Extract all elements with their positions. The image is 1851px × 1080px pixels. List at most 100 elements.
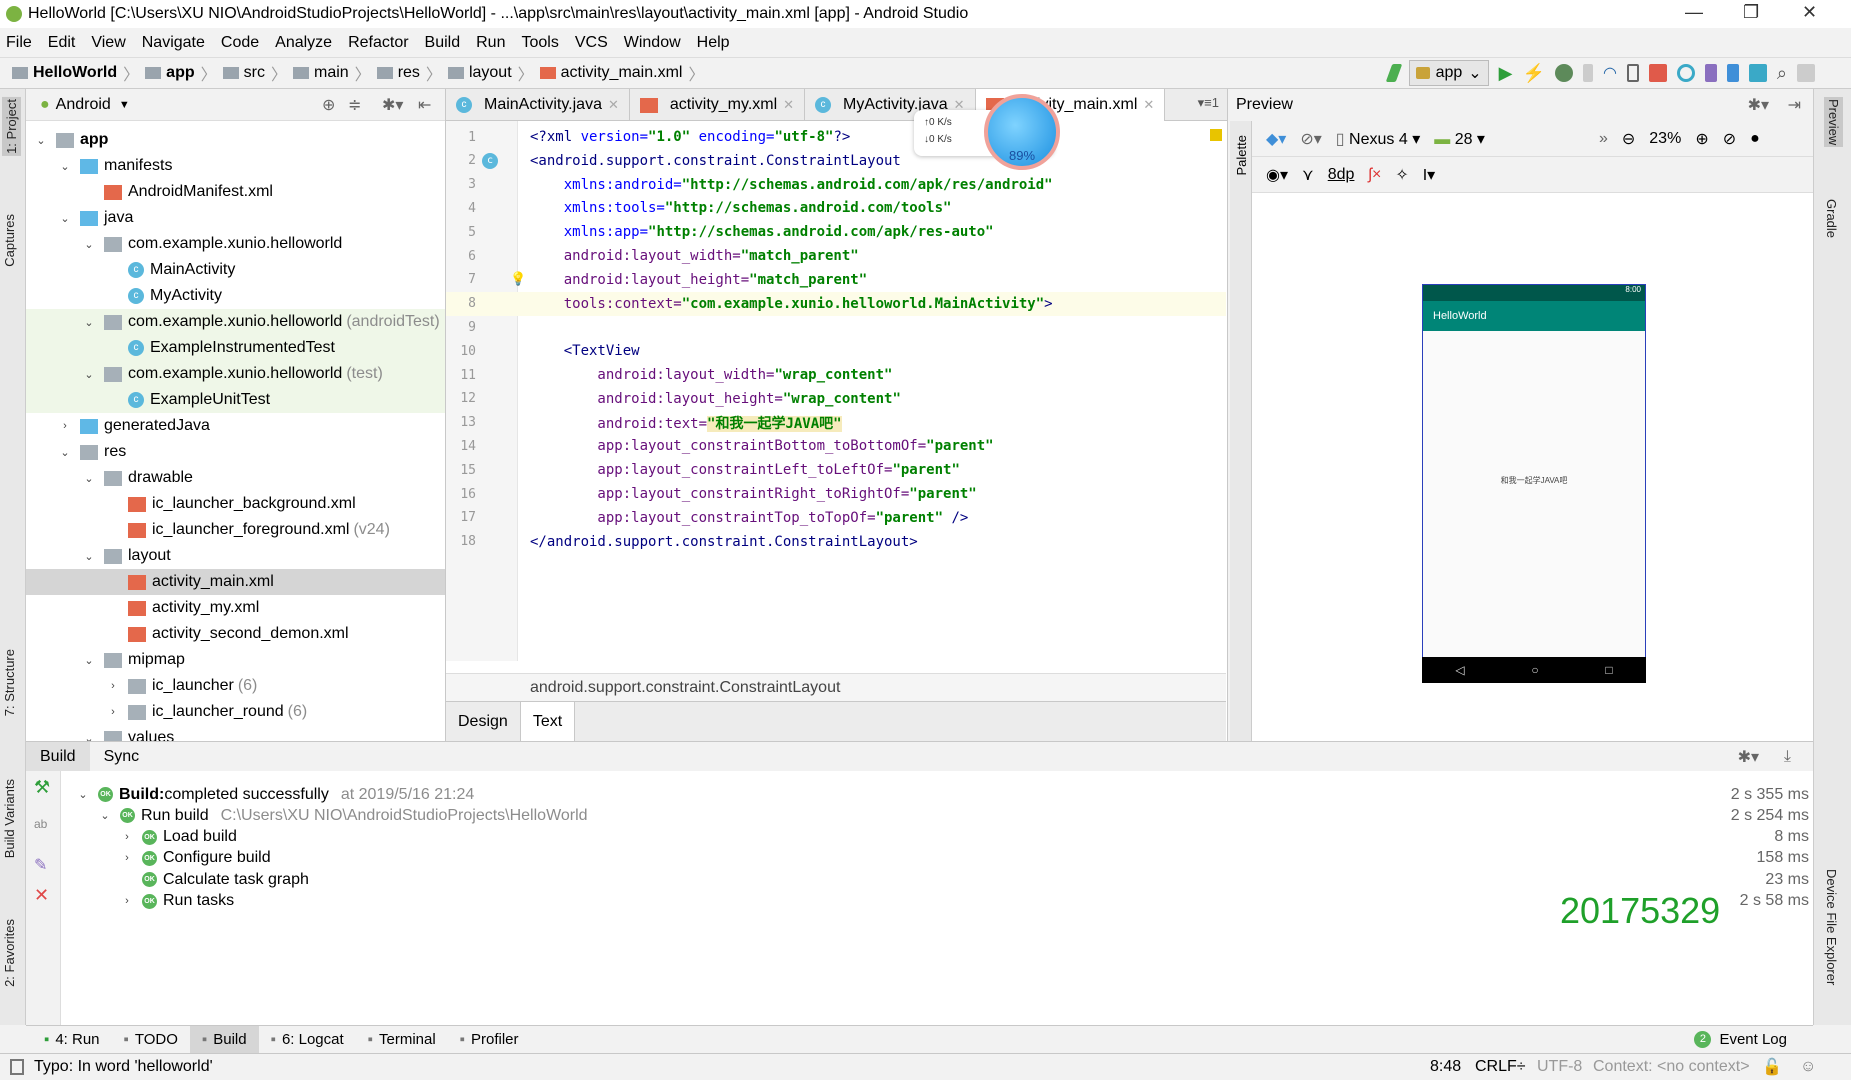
caret-position[interactable]: 8:48 — [1430, 1058, 1461, 1076]
code-line[interactable]: 15 app:layout_constraintLeft_toLeftOf="p… — [446, 458, 1226, 482]
build-tree-item[interactable]: OK Calculate task graph — [120, 869, 309, 890]
gear-icon[interactable]: ✱▾ — [1724, 742, 1773, 771]
search-icon[interactable]: ⌕ — [1777, 63, 1787, 84]
breadcrumb-item[interactable]: activity_main.xml 〉 — [539, 61, 704, 85]
breadcrumb-item[interactable]: layout 〉 — [447, 61, 534, 85]
tree-item[interactable]: activity_my.xml — [26, 595, 445, 621]
gear-icon[interactable]: ✱▾ — [382, 95, 403, 115]
code-line[interactable]: 18 </android.support.constraint.Constrain… — [446, 530, 1226, 554]
chevron-down-icon[interactable]: ⌄ — [98, 809, 112, 822]
chevron-down-icon[interactable]: ⌄ — [82, 732, 96, 742]
lock-icon[interactable]: 🔓 — [1762, 1057, 1782, 1077]
menu-analyze[interactable]: Analyze — [275, 34, 332, 52]
code-line[interactable]: 13 android:text="和我一起学JAVA吧" — [446, 411, 1226, 435]
chevron-down-icon[interactable]: ⌄ — [76, 788, 90, 801]
menu-refactor[interactable]: Refactor — [348, 34, 408, 52]
tab-text[interactable]: Text — [520, 702, 576, 741]
project-structure-icon[interactable] — [1748, 64, 1767, 82]
tab-mainactivity-java[interactable]: c MainActivity.java ✕ — [446, 89, 630, 121]
menu-vcs[interactable]: VCS — [575, 34, 608, 52]
tree-item[interactable]: AndroidManifest.xml — [26, 179, 445, 205]
menu-edit[interactable]: Edit — [48, 34, 76, 52]
menu-view[interactable]: View — [91, 34, 125, 52]
tree-item[interactable]: ⌄ app — [26, 127, 445, 153]
tab-captures[interactable]: Captures — [2, 214, 17, 267]
code-line[interactable]: 14 app:layout_constraintBottom_toBottomO… — [446, 434, 1226, 458]
menu-code[interactable]: Code — [221, 34, 259, 52]
chevron-right-icon[interactable]: › — [120, 852, 134, 864]
device-icon[interactable] — [1626, 64, 1639, 82]
tree-item[interactable]: › ic_launcher_round (6) — [26, 699, 445, 725]
tree-item[interactable]: c ExampleInstrumentedTest — [26, 335, 445, 361]
chevron-down-icon[interactable]: ▼ — [119, 99, 130, 111]
tool-tab-todo[interactable]: ▪ TODO — [112, 1026, 190, 1054]
chevron-down-icon[interactable]: ⌄ — [82, 654, 96, 667]
menu-build[interactable]: Build — [425, 34, 461, 52]
zoom-out-icon[interactable]: ⊖ — [1622, 129, 1635, 149]
tool-tab-build[interactable]: ▪ Build — [189, 1025, 259, 1054]
build-tree-item[interactable]: ⌄ OK Build: completed successfully at 2019/… — [76, 784, 474, 805]
infer-constraints-icon[interactable]: ✧ — [1395, 165, 1408, 185]
tool-window-toggle-icon[interactable] — [10, 1059, 24, 1075]
tab-device-file-explorer[interactable]: Device File Explorer — [1824, 869, 1839, 985]
profile-icon[interactable] — [1582, 64, 1593, 82]
chevron-right-icon[interactable]: › — [120, 831, 134, 843]
run-icon[interactable]: ▶ — [1499, 63, 1513, 84]
tree-item[interactable]: › generatedJava — [26, 413, 445, 439]
phone-textview[interactable]: 和我一起学JAVA吧 — [1423, 475, 1645, 486]
hammer-icon[interactable]: ⚒ — [34, 777, 50, 798]
chevron-right-icon[interactable]: › — [106, 706, 120, 718]
chevron-down-icon[interactable]: ⌄ — [82, 238, 96, 251]
phone-preview[interactable]: 8:00 HelloWorld 和我一起学JAVA吧 ◁ ○ □ — [1422, 284, 1646, 683]
menu-file[interactable]: File — [6, 34, 32, 52]
tab-project[interactable]: 1: Project — [2, 97, 21, 156]
build-tree-item[interactable]: › OK Configure build — [120, 848, 270, 869]
chevron-right-icon[interactable]: › — [58, 420, 72, 432]
default-margin[interactable]: 8dp — [1328, 166, 1355, 184]
sync-icon[interactable] — [1676, 64, 1695, 82]
tree-item[interactable]: c MainActivity — [26, 257, 445, 283]
tree-item[interactable]: activity_main.xml — [26, 569, 445, 595]
breadcrumb-item[interactable]: main 〉 — [292, 61, 371, 85]
menu-run[interactable]: Run — [476, 34, 505, 52]
tree-item[interactable]: c MyActivity — [26, 283, 445, 309]
code-line[interactable]: 5 xmlns:app="http://schemas.android.com/… — [446, 220, 1226, 244]
close-icon[interactable]: ✕ — [34, 885, 49, 906]
tree-item[interactable]: ⌄ manifests — [26, 153, 445, 179]
tab-structure[interactable]: 7: Structure — [2, 649, 17, 716]
code-line[interactable]: 12 android:layout_height="wrap_content" — [446, 387, 1226, 411]
tree-item[interactable]: ic_launcher_foreground.xml (v24) — [26, 517, 445, 543]
tab-sync[interactable]: Sync — [90, 742, 154, 771]
tree-item[interactable]: ⌄ layout — [26, 543, 445, 569]
stop-icon[interactable] — [1648, 64, 1667, 82]
avd-manager-icon[interactable] — [1704, 64, 1717, 82]
close-tab-icon[interactable]: ✕ — [608, 97, 619, 113]
chevron-down-icon[interactable]: ⌄ — [58, 446, 72, 459]
tool-tab-logcat[interactable]: ▪ 6: Logcat — [259, 1026, 356, 1054]
hide-panel-icon[interactable]: ⇥ — [1788, 95, 1801, 115]
tree-item[interactable]: › ic_launcher (6) — [26, 673, 445, 699]
tool-tab-terminal[interactable]: ▪ Terminal — [356, 1026, 448, 1054]
chevron-down-icon[interactable]: ⌄ — [58, 212, 72, 225]
user-icon[interactable] — [1797, 64, 1815, 82]
design-surface-icon[interactable]: ◆▾ — [1266, 129, 1286, 149]
zoom-in-icon[interactable]: ⊕ — [1695, 129, 1708, 149]
guidelines-icon[interactable]: I▾ — [1423, 165, 1435, 185]
lightbulb-icon[interactable]: 💡 — [510, 272, 526, 287]
tab-build-variants[interactable]: Build Variants — [2, 779, 17, 858]
tree-item[interactable]: ⌄ java — [26, 205, 445, 231]
apply-changes-icon[interactable]: ⚡ — [1523, 63, 1545, 84]
attach-debugger-icon[interactable]: ◠ — [1603, 63, 1617, 83]
code-line[interactable]: 3 xmlns:android="http://schemas.android.… — [446, 173, 1226, 197]
code-line[interactable]: 9 — [446, 315, 1226, 339]
code-line[interactable]: 17 app:layout_constraintTop_toTopOf="par… — [446, 506, 1226, 530]
hide-panel-icon[interactable]: ⇤ — [418, 95, 431, 115]
tree-item[interactable]: ⌄ res — [26, 439, 445, 465]
chevron-down-icon[interactable]: ⌄ — [58, 160, 72, 173]
tab-overflow-button[interactable]: ▾≡1 — [1198, 95, 1219, 111]
breadcrumb-item[interactable]: HelloWorld 〉 — [12, 61, 139, 85]
breadcrumb-item[interactable]: src 〉 — [222, 61, 287, 85]
tool-tab-run[interactable]: ▪ 4: Run — [32, 1026, 112, 1054]
code-line[interactable]: 4 xmlns:tools="http://schemas.android.co… — [446, 196, 1226, 220]
breadcrumb-item[interactable]: res 〉 — [376, 61, 442, 85]
